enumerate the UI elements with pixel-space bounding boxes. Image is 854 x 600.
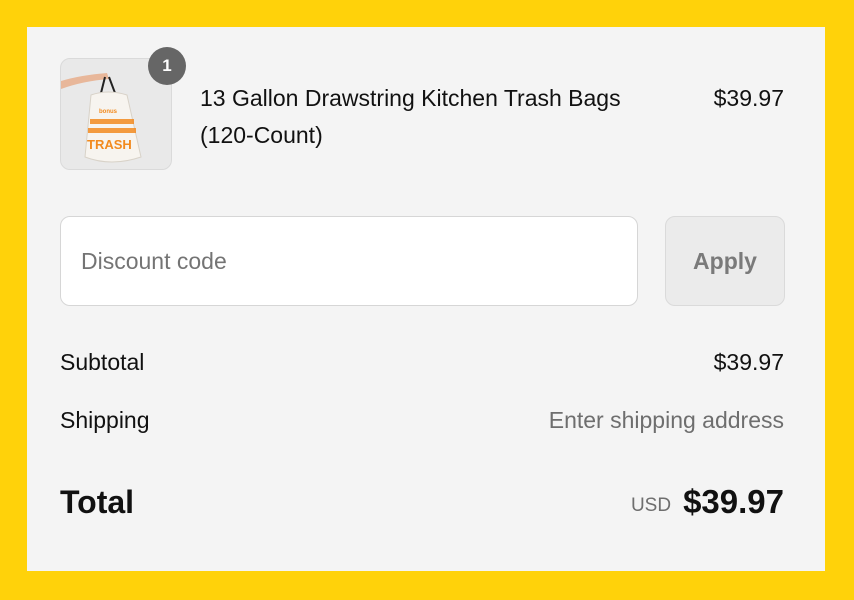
product-price: $39.97 xyxy=(713,85,784,111)
apply-discount-button[interactable]: Apply xyxy=(665,216,785,306)
shipping-label: Shipping xyxy=(60,407,150,433)
product-name: 13 Gallon Drawstring Kitchen Trash Bags … xyxy=(200,85,621,148)
order-summary-panel: bonus TRASH 1 13 Gallon Drawstring Kitch… xyxy=(27,27,825,571)
subtotal-label: Subtotal xyxy=(60,349,145,375)
total-value-group: USD $39.97 xyxy=(631,481,784,530)
total-label: Total xyxy=(60,484,135,520)
bag-print-text: TRASH xyxy=(87,137,132,152)
quantity-badge: 1 xyxy=(148,47,186,85)
currency-code: USD xyxy=(630,495,672,516)
shipping-value: Enter shipping address xyxy=(548,407,784,433)
svg-text:bonus: bonus xyxy=(99,109,118,115)
subtotal-value: $39.97 xyxy=(713,349,784,375)
discount-code-input[interactable] xyxy=(60,216,638,306)
total-amount: $39.97 xyxy=(683,483,784,520)
